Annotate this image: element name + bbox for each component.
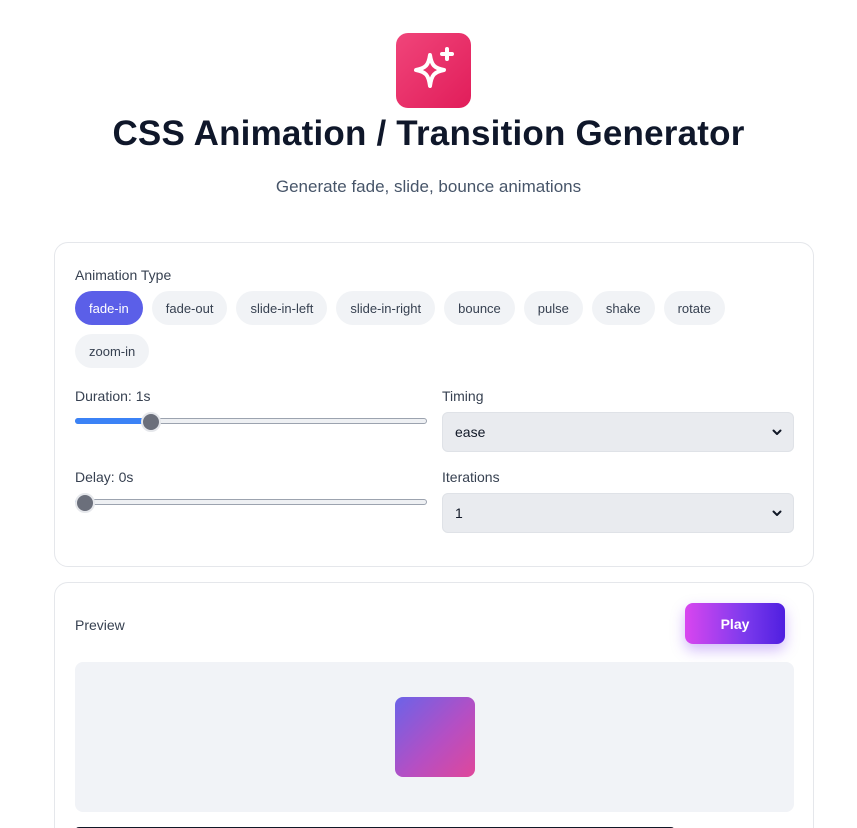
preview-card: Preview Play bbox=[54, 582, 814, 828]
delay-slider[interactable] bbox=[75, 493, 427, 513]
animation-type-slide-in-left[interactable]: slide-in-left bbox=[236, 291, 328, 325]
preview-box bbox=[395, 697, 475, 777]
duration-label: Duration: 1s bbox=[75, 388, 151, 404]
iterations-select-value: 1 bbox=[455, 505, 463, 521]
duration-slider-thumb[interactable] bbox=[141, 412, 162, 432]
animation-type-zoom-in[interactable]: zoom-in bbox=[75, 334, 150, 368]
chevron-down-icon bbox=[772, 510, 782, 516]
animation-type-chips: fade-in fade-out slide-in-left slide-in-rig… bbox=[75, 291, 795, 368]
preview-label: Preview bbox=[75, 617, 125, 633]
animation-type-bounce[interactable]: bounce bbox=[444, 291, 515, 325]
delay-slider-thumb[interactable] bbox=[75, 493, 95, 513]
animation-type-fade-out[interactable]: fade-out bbox=[151, 291, 228, 325]
delay-label: Delay: 0s bbox=[75, 469, 134, 485]
animation-type-label: Animation Type bbox=[75, 267, 172, 283]
play-button[interactable]: Play bbox=[685, 603, 785, 644]
delay-slider-track bbox=[75, 499, 427, 505]
page-title: CSS Animation / Transition Generator bbox=[112, 114, 745, 153]
animation-type-slide-in-right[interactable]: slide-in-right bbox=[336, 291, 436, 325]
duration-slider[interactable] bbox=[75, 412, 427, 432]
page-subtitle: Generate fade, slide, bounce animations bbox=[275, 177, 582, 196]
duration-slider-fill bbox=[75, 418, 152, 424]
timing-select-value: ease bbox=[455, 424, 486, 440]
iterations-select[interactable]: 1 bbox=[442, 493, 794, 533]
timing-label: Timing bbox=[442, 388, 484, 404]
settings-card: Animation Type fade-in fade-out slide-in-l… bbox=[54, 242, 814, 567]
app-logo bbox=[396, 33, 471, 108]
animation-type-fade-in[interactable]: fade-in bbox=[75, 291, 143, 325]
animation-type-shake[interactable]: shake bbox=[591, 291, 655, 325]
chevron-down-icon bbox=[772, 429, 782, 435]
sparkles-icon bbox=[413, 46, 454, 88]
animation-type-rotate[interactable]: rotate bbox=[663, 291, 725, 325]
animation-type-pulse[interactable]: pulse bbox=[523, 291, 583, 325]
preview-stage bbox=[75, 662, 794, 812]
iterations-label: Iterations bbox=[442, 469, 500, 485]
timing-select[interactable]: ease bbox=[442, 412, 794, 452]
